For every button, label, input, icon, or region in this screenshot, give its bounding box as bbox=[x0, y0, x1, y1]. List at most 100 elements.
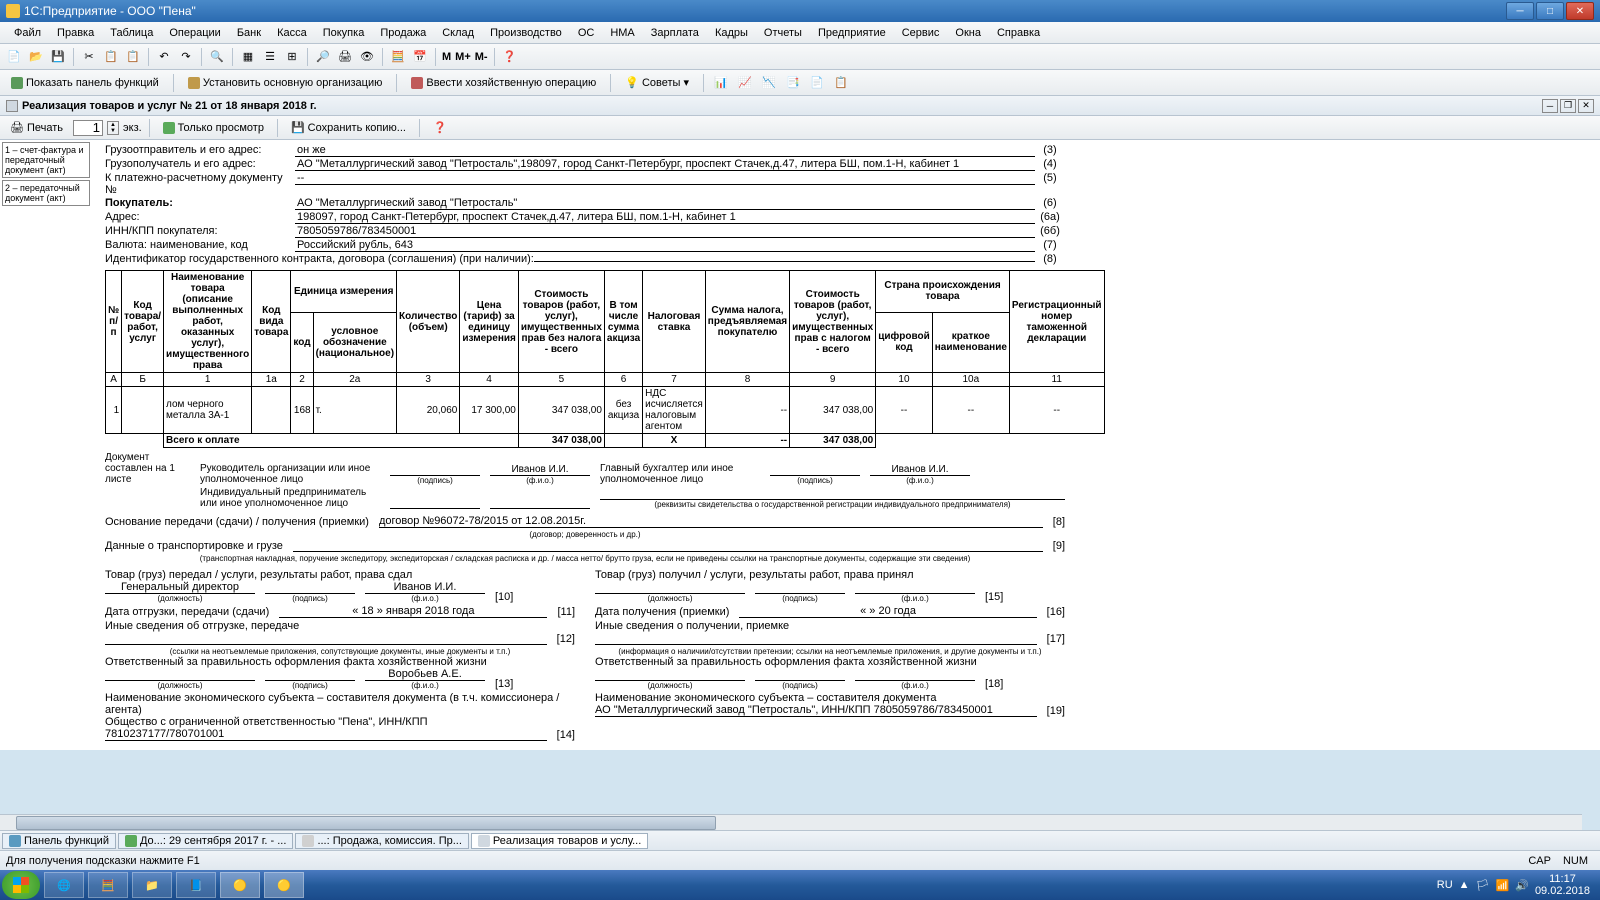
enter-operation-button[interactable]: Ввести хозяйственную операцию bbox=[404, 74, 603, 92]
wtask-word[interactable]: 📘 bbox=[176, 872, 216, 898]
zoom-icon[interactable]: 🔎 bbox=[313, 47, 333, 67]
tray-up-icon[interactable]: ▲ bbox=[1459, 879, 1470, 891]
task-d[interactable]: Реализация товаров и услу... bbox=[471, 833, 648, 849]
status-bar: Для получения подсказки нажмите F1 CAP N… bbox=[0, 850, 1600, 870]
tb-icon-d[interactable]: 📑 bbox=[783, 73, 803, 93]
hdr-curr-lbl: Валюта: наименование, код bbox=[105, 239, 295, 251]
menu-cash[interactable]: Касса bbox=[269, 25, 315, 41]
show-panel-button[interactable]: Показать панель функций bbox=[4, 74, 166, 92]
task-panel[interactable]: Панель функций bbox=[2, 833, 116, 849]
wtask-1c-a[interactable]: 🟡 bbox=[220, 872, 260, 898]
wtask-explorer[interactable]: 📁 bbox=[132, 872, 172, 898]
left-item-1[interactable]: 1 – счет-фактура и передаточный документ… bbox=[2, 142, 90, 178]
tb-icon-f[interactable]: 📋 bbox=[831, 73, 851, 93]
undo-icon[interactable]: ↶ bbox=[154, 47, 174, 67]
task-b[interactable]: До...: 29 сентября 2017 г. - ... bbox=[118, 833, 293, 849]
menu-file[interactable]: Файл bbox=[6, 25, 49, 41]
document-area: 1 – счет-фактура и передаточный документ… bbox=[0, 140, 1600, 750]
view-only-button[interactable]: Только просмотр bbox=[157, 120, 270, 136]
hdr-shipper-lbl: Грузоотправитель и его адрес: bbox=[105, 144, 295, 156]
mem-m[interactable]: M bbox=[441, 47, 452, 67]
wtask-1c-b[interactable]: 🟡 bbox=[264, 872, 304, 898]
tray-time[interactable]: 11:17 bbox=[1535, 873, 1590, 885]
copy-icon[interactable]: 📋 bbox=[101, 47, 121, 67]
tb-icon-a[interactable]: 📊 bbox=[711, 73, 731, 93]
copies-input[interactable] bbox=[73, 120, 103, 136]
tb-icon-b[interactable]: 📈 bbox=[735, 73, 755, 93]
left-item-2[interactable]: 2 – передаточный документ (акт) bbox=[2, 180, 90, 206]
tray-network-icon[interactable]: 📶 bbox=[1496, 879, 1510, 892]
wtask-ie[interactable]: 🌐 bbox=[44, 872, 84, 898]
menu-os[interactable]: ОС bbox=[570, 25, 603, 41]
maximize-button[interactable]: □ bbox=[1536, 2, 1564, 20]
menu-purchase[interactable]: Покупка bbox=[315, 25, 373, 41]
save-copy-button[interactable]: 💾Сохранить копию... bbox=[285, 119, 412, 136]
mem-mplus[interactable]: M+ bbox=[454, 47, 472, 67]
menu-service[interactable]: Сервис bbox=[894, 25, 948, 41]
list-icon[interactable]: ☰ bbox=[260, 47, 280, 67]
menu-nma[interactable]: НМА bbox=[602, 25, 642, 41]
window-title: 1С:Предприятие - ООО "Пена" bbox=[24, 4, 196, 18]
hdr-contract-val bbox=[534, 261, 1035, 262]
set-org-button[interactable]: Установить основную организацию bbox=[181, 74, 390, 92]
hdr-inn-val: 7805059786/783450001 bbox=[295, 225, 1035, 238]
doc-restore-button[interactable]: ❐ bbox=[1560, 99, 1576, 113]
hdr-paydoc-lbl: К платежно-расчетному документу № bbox=[105, 172, 295, 196]
wtask-calc[interactable]: 🧮 bbox=[88, 872, 128, 898]
cut-icon[interactable]: ✂ bbox=[79, 47, 99, 67]
toolbar-1: 📄 📂 💾 ✂ 📋 📋 ↶ ↷ 🔍 ▦ ☰ ⊞ 🔎 🖨 👁 🧮 📅 M M+ M… bbox=[0, 44, 1600, 70]
date-icon[interactable]: 📅 bbox=[410, 47, 430, 67]
menu-help[interactable]: Справка bbox=[989, 25, 1048, 41]
table-row: 1лом черного металла 3А-1168т.20,06017 3… bbox=[106, 387, 1105, 434]
find-icon[interactable]: 🔍 bbox=[207, 47, 227, 67]
hdr-consignee-val: АО "Металлургический завод "Петросталь",… bbox=[295, 158, 1035, 171]
new-icon[interactable]: 📄 bbox=[4, 47, 24, 67]
menu-reports[interactable]: Отчеты bbox=[756, 25, 810, 41]
print-icon[interactable]: 🖨 bbox=[335, 47, 355, 67]
status-cap: CAP bbox=[1522, 855, 1557, 867]
start-button[interactable] bbox=[2, 871, 40, 899]
paste-icon[interactable]: 📋 bbox=[123, 47, 143, 67]
menu-production[interactable]: Производство bbox=[482, 25, 570, 41]
tb-icon-e[interactable]: 📄 bbox=[807, 73, 827, 93]
tray-lang[interactable]: RU bbox=[1437, 879, 1453, 891]
menu-personnel[interactable]: Кадры bbox=[707, 25, 756, 41]
menu-enterprise[interactable]: Предприятие bbox=[810, 25, 894, 41]
tb-icon-c[interactable]: 📉 bbox=[759, 73, 779, 93]
tree-icon[interactable]: ⊞ bbox=[282, 47, 302, 67]
grid-icon[interactable]: ▦ bbox=[238, 47, 258, 67]
window-titlebar: 1С:Предприятие - ООО "Пена" ─ □ ✕ bbox=[0, 0, 1600, 22]
tips-button[interactable]: 💡Советы▾ bbox=[618, 73, 696, 92]
menu-salary[interactable]: Зарплата bbox=[643, 25, 707, 41]
tray-date[interactable]: 09.02.2018 bbox=[1535, 885, 1590, 897]
hdr-inn-lbl: ИНН/КПП покупателя: bbox=[105, 225, 295, 237]
save-icon[interactable]: 💾 bbox=[48, 47, 68, 67]
copies-spinner[interactable]: ▲▼ bbox=[107, 121, 119, 135]
toolbar-2: Показать панель функций Установить основ… bbox=[0, 70, 1600, 96]
minimize-button[interactable]: ─ bbox=[1506, 2, 1534, 20]
menu-operations[interactable]: Операции bbox=[161, 25, 228, 41]
mem-mminus[interactable]: M- bbox=[474, 47, 489, 67]
doc-close-button[interactable]: ✕ bbox=[1578, 99, 1594, 113]
menu-table[interactable]: Таблица bbox=[102, 25, 161, 41]
preview-icon[interactable]: 👁 bbox=[357, 47, 377, 67]
menu-sale[interactable]: Продажа bbox=[372, 25, 434, 41]
menu-windows[interactable]: Окна bbox=[947, 25, 989, 41]
doc-help-button[interactable]: ❓ bbox=[427, 119, 453, 136]
total-row: Всего к оплате347 038,00Х--347 038,00 bbox=[106, 434, 1105, 448]
print-button[interactable]: 🖨Печать bbox=[4, 119, 69, 136]
tray-flag-icon[interactable]: 🏳 bbox=[1476, 879, 1490, 892]
menu-bank[interactable]: Банк bbox=[229, 25, 269, 41]
close-button[interactable]: ✕ bbox=[1566, 2, 1594, 20]
task-c[interactable]: ...: Продажа, комиссия. Пр... bbox=[295, 833, 468, 849]
tray-volume-icon[interactable]: 🔊 bbox=[1515, 879, 1529, 892]
calc-icon[interactable]: 🧮 bbox=[388, 47, 408, 67]
help-icon[interactable]: ❓ bbox=[500, 47, 520, 67]
doc-minimize-button[interactable]: ─ bbox=[1542, 99, 1558, 113]
menu-edit[interactable]: Правка bbox=[49, 25, 102, 41]
hdr-paydoc-val: -- bbox=[295, 172, 1035, 185]
redo-icon[interactable]: ↷ bbox=[176, 47, 196, 67]
open-icon[interactable]: 📂 bbox=[26, 47, 46, 67]
menu-warehouse[interactable]: Склад bbox=[434, 25, 482, 41]
horizontal-scrollbar[interactable] bbox=[0, 814, 1582, 830]
